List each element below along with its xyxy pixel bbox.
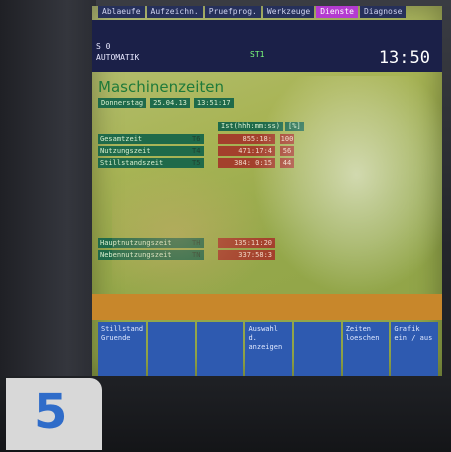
row-label: Stillstandszeit [98, 158, 204, 168]
row-id: TN [192, 251, 201, 259]
row-value: 384: 0:15 [218, 158, 275, 168]
reflection [112, 166, 272, 306]
tab-ablaeufe[interactable]: Ablaeufe [98, 6, 145, 18]
tab-aufzeichnungen[interactable]: Aufzeichn. [146, 6, 203, 18]
row-id: T5 [192, 159, 201, 167]
column-headers: Ist(hhh:mm:ss) [%] [218, 122, 304, 131]
cnc-screen: Ablaeufe Aufzeichn. Pruefprog. Werkzeuge… [92, 6, 442, 376]
date: 25.04.13 [150, 98, 190, 108]
row-id: T6 [192, 135, 201, 143]
weekday: Donnerstag [98, 98, 147, 108]
softkey-3[interactable] [196, 322, 244, 376]
row-label: Nutzungszeit [98, 146, 204, 156]
row-label: Nebennutzungszeit [98, 250, 204, 260]
softkey-2[interactable] [148, 322, 195, 376]
table-row: Stillstandszeit T5 384: 0:15 44 [98, 158, 418, 168]
table-row: Nebennutzungszeit TN 337:58:3 [98, 250, 418, 260]
row-value: 471:17:4 [218, 146, 275, 156]
clock: 13:50 [378, 48, 430, 68]
row-value: 135:11:20 [218, 238, 275, 248]
reflection [252, 76, 442, 296]
date-line: Donnerstag 25.04.13 13:51:17 [98, 98, 234, 108]
row-percent: 56 [280, 146, 294, 156]
mode-label: AUTOMATIK [96, 53, 140, 62]
row-label: Hauptnutzungszeit [98, 238, 204, 248]
column-header-time: Ist(hhh:mm:ss) [218, 122, 284, 131]
status-header: S 0 AUTOMATIK ST1 13:50 [92, 20, 442, 72]
row-id: T4 [192, 147, 201, 155]
column-header-pct: [%] [285, 122, 304, 131]
time: 13:51:17 [193, 98, 234, 108]
number-badge: 5 [6, 378, 102, 450]
channel-label: S 0 [96, 42, 111, 51]
page-title: Maschinenzeiten [98, 78, 224, 96]
station-label: ST1 [250, 50, 265, 59]
menu-tabs: Ablaeufe Aufzeichn. Pruefprog. Werkzeuge… [98, 6, 442, 20]
tab-werkzeuge[interactable]: Werkzeuge [262, 6, 315, 18]
row-value: 855:18: [218, 134, 275, 144]
row-percent: 44 [280, 158, 294, 168]
tab-pruefprogramm[interactable]: Pruefprog. [204, 6, 261, 18]
softkey-auswahl-anzeigen[interactable]: Auswahl d. anzeigen [245, 322, 293, 376]
softkey-grafik-ein-aus[interactable]: Grafik ein / aus [391, 322, 438, 376]
row-id: TH [192, 239, 201, 247]
row-percent: 100 [280, 134, 294, 144]
softkey-stillstand-gruende[interactable]: Stillstand Gruende [98, 322, 147, 376]
table-row: Hauptnutzungszeit TH 135:11:20 [98, 238, 418, 248]
softkey-zeiten-loeschen[interactable]: Zeiten loeschen [342, 322, 390, 376]
softkey-5[interactable] [294, 322, 341, 376]
badge-number: 5 [34, 384, 68, 440]
tab-diagnose[interactable]: Diagnose [359, 6, 407, 18]
table-row: Gesamtzeit T6 855:18: 100 [98, 134, 418, 144]
row-value: 337:58:3 [218, 250, 275, 260]
table-row: Nutzungszeit T4 471:17:4 56 [98, 146, 418, 156]
message-bar [92, 294, 442, 320]
softkey-bar: Stillstand Gruende Auswahl d. anzeigen Z… [98, 322, 438, 376]
tab-dienste[interactable]: Dienste [316, 6, 358, 18]
row-label: Gesamtzeit [98, 134, 204, 144]
